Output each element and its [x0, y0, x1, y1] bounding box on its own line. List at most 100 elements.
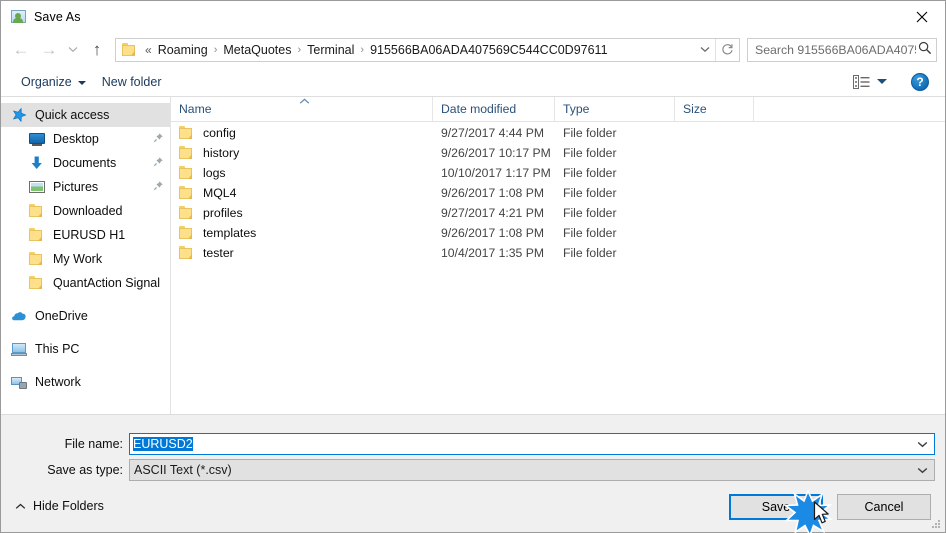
cloud-icon [11, 308, 27, 324]
sidebar-item-this-pc[interactable]: This PC [1, 337, 170, 361]
table-row[interactable]: config 9/27/2017 4:44 PM File folder [171, 123, 945, 143]
breadcrumb-overflow-icon[interactable]: « [142, 43, 155, 57]
sidebar-item-pictures[interactable]: Pictures [1, 175, 170, 199]
file-name-input[interactable] [130, 434, 910, 454]
caret-up-icon [299, 98, 310, 107]
pin-icon[interactable] [153, 180, 164, 194]
table-row[interactable]: history 9/26/2017 10:17 PM File folder [171, 143, 945, 163]
pin-icon[interactable] [153, 156, 164, 170]
new-folder-button[interactable]: New folder [94, 71, 170, 93]
address-bar[interactable]: « Roaming › MetaQuotes › Terminal › 9155… [115, 37, 740, 62]
table-row[interactable]: tester 10/4/2017 1:35 PM File folder [171, 243, 945, 263]
refresh-icon [722, 44, 733, 55]
sidebar-item-label: Desktop [53, 132, 99, 146]
save-as-type-combo[interactable]: ASCII Text (*.csv) [129, 459, 935, 481]
view-options-icon [853, 74, 870, 89]
dialog-body: Quick access Desktop Documents Pictures … [1, 97, 945, 414]
file-rows: config 9/27/2017 4:44 PM File folder his… [171, 122, 945, 414]
sidebar-item-label: Downloaded [53, 204, 123, 218]
recent-locations-button[interactable] [63, 36, 83, 64]
breadcrumb-separator[interactable]: › [211, 44, 221, 56]
breadcrumb-item-terminal[interactable]: Terminal [304, 41, 357, 59]
sidebar-item-documents[interactable]: Documents [1, 151, 170, 175]
sidebar-item-quantaction-signal[interactable]: QuantAction Signal [1, 271, 170, 295]
column-header-label: Size [683, 102, 707, 116]
organize-button[interactable]: Organize [13, 71, 94, 93]
sidebar-item-quick-access[interactable]: Quick access [1, 103, 170, 127]
folder-icon [29, 203, 45, 219]
column-header-size[interactable]: Size [675, 97, 754, 121]
help-icon[interactable]: ? [911, 72, 929, 91]
file-name-dropdown-button[interactable] [910, 441, 934, 448]
view-options-button[interactable] [847, 72, 893, 92]
table-row[interactable]: templates 9/26/2017 1:08 PM File folder [171, 223, 945, 243]
up-button[interactable]: ↑ [83, 36, 111, 64]
sidebar-item-onedrive[interactable]: OneDrive [1, 304, 170, 328]
sidebar-item-label: OneDrive [35, 309, 88, 323]
forward-button[interactable]: → [35, 36, 63, 64]
table-row[interactable]: logs 10/10/2017 1:17 PM File folder [171, 163, 945, 183]
file-type: File folder [563, 186, 617, 200]
column-header-date-modified[interactable]: Date modified [433, 97, 555, 121]
table-row[interactable]: MQL4 9/26/2017 1:08 PM File folder [171, 183, 945, 203]
save-button[interactable]: Save [729, 494, 823, 520]
download-arrow-icon [29, 155, 45, 171]
file-type: File folder [563, 226, 617, 240]
sidebar-item-network[interactable]: Network [1, 370, 170, 394]
save-as-type-row: Save as type: ASCII Text (*.csv) [1, 459, 935, 481]
folder-icon [179, 246, 195, 260]
sidebar-item-eurusd-h1[interactable]: EURUSD H1 [1, 223, 170, 247]
search-box[interactable] [747, 37, 937, 62]
folder-icon [122, 42, 138, 57]
sidebar-item-downloaded[interactable]: Downloaded [1, 199, 170, 223]
folder-icon [29, 275, 45, 291]
arrow-left-icon: ← [12, 40, 30, 59]
save-as-type-dropdown-button[interactable] [910, 467, 934, 474]
breadcrumb-item-roaming[interactable]: Roaming [155, 41, 211, 59]
chevron-down-icon [68, 47, 78, 53]
sidebar-item-label: QuantAction Signal [53, 276, 161, 290]
file-name-cell: tester [171, 246, 433, 260]
file-name: logs [203, 166, 226, 180]
column-header-type[interactable]: Type [555, 97, 675, 121]
chevron-down-icon [917, 441, 927, 447]
breadcrumb-separator[interactable]: › [294, 44, 304, 56]
new-folder-label: New folder [101, 74, 162, 89]
cancel-button[interactable]: Cancel [837, 494, 931, 520]
back-button[interactable]: ← [7, 36, 35, 64]
file-date: 10/4/2017 1:35 PM [441, 246, 544, 260]
close-icon[interactable] [899, 1, 945, 32]
picture-icon [29, 179, 45, 195]
address-dropdown-button[interactable] [695, 39, 715, 61]
resize-grip[interactable] [930, 518, 942, 530]
column-header-name[interactable]: Name [171, 97, 433, 121]
help-label: ? [916, 74, 924, 89]
refresh-button[interactable] [715, 38, 739, 61]
sidebar-item-desktop[interactable]: Desktop [1, 127, 170, 151]
breadcrumb-item-metaquotes[interactable]: MetaQuotes [220, 41, 294, 59]
file-type: File folder [563, 206, 617, 220]
file-name-label: File name: [64, 437, 123, 451]
folder-icon [179, 226, 195, 240]
pin-icon[interactable] [153, 132, 164, 146]
file-name: tester [203, 246, 234, 260]
file-name: templates [203, 226, 257, 240]
navigation-pane: Quick access Desktop Documents Pictures … [1, 97, 171, 414]
file-type: File folder [563, 146, 617, 160]
table-row[interactable]: profiles 9/27/2017 4:21 PM File folder [171, 203, 945, 223]
organize-label: Organize [21, 74, 72, 89]
column-header-row: Name Date modified Type Size [171, 97, 945, 122]
sidebar-item-label: Documents [53, 156, 117, 170]
hide-folders-button[interactable]: Hide Folders [11, 496, 108, 516]
breadcrumb-separator[interactable]: › [357, 44, 367, 56]
sidebar-item-my-work[interactable]: My Work [1, 247, 170, 271]
save-as-dialog: Save As ← → ↑ « Roaming › MetaQuotes › T… [0, 0, 946, 533]
breadcrumb-item-terminal-id[interactable]: 915566BA06ADA407569C544CC0D97611 [367, 41, 610, 59]
file-date: 10/10/2017 1:17 PM [441, 166, 551, 180]
sidebar-item-label: EURUSD H1 [53, 228, 126, 242]
folder-icon [29, 251, 45, 267]
file-name-combo[interactable] [129, 433, 935, 455]
search-input[interactable] [755, 42, 916, 57]
